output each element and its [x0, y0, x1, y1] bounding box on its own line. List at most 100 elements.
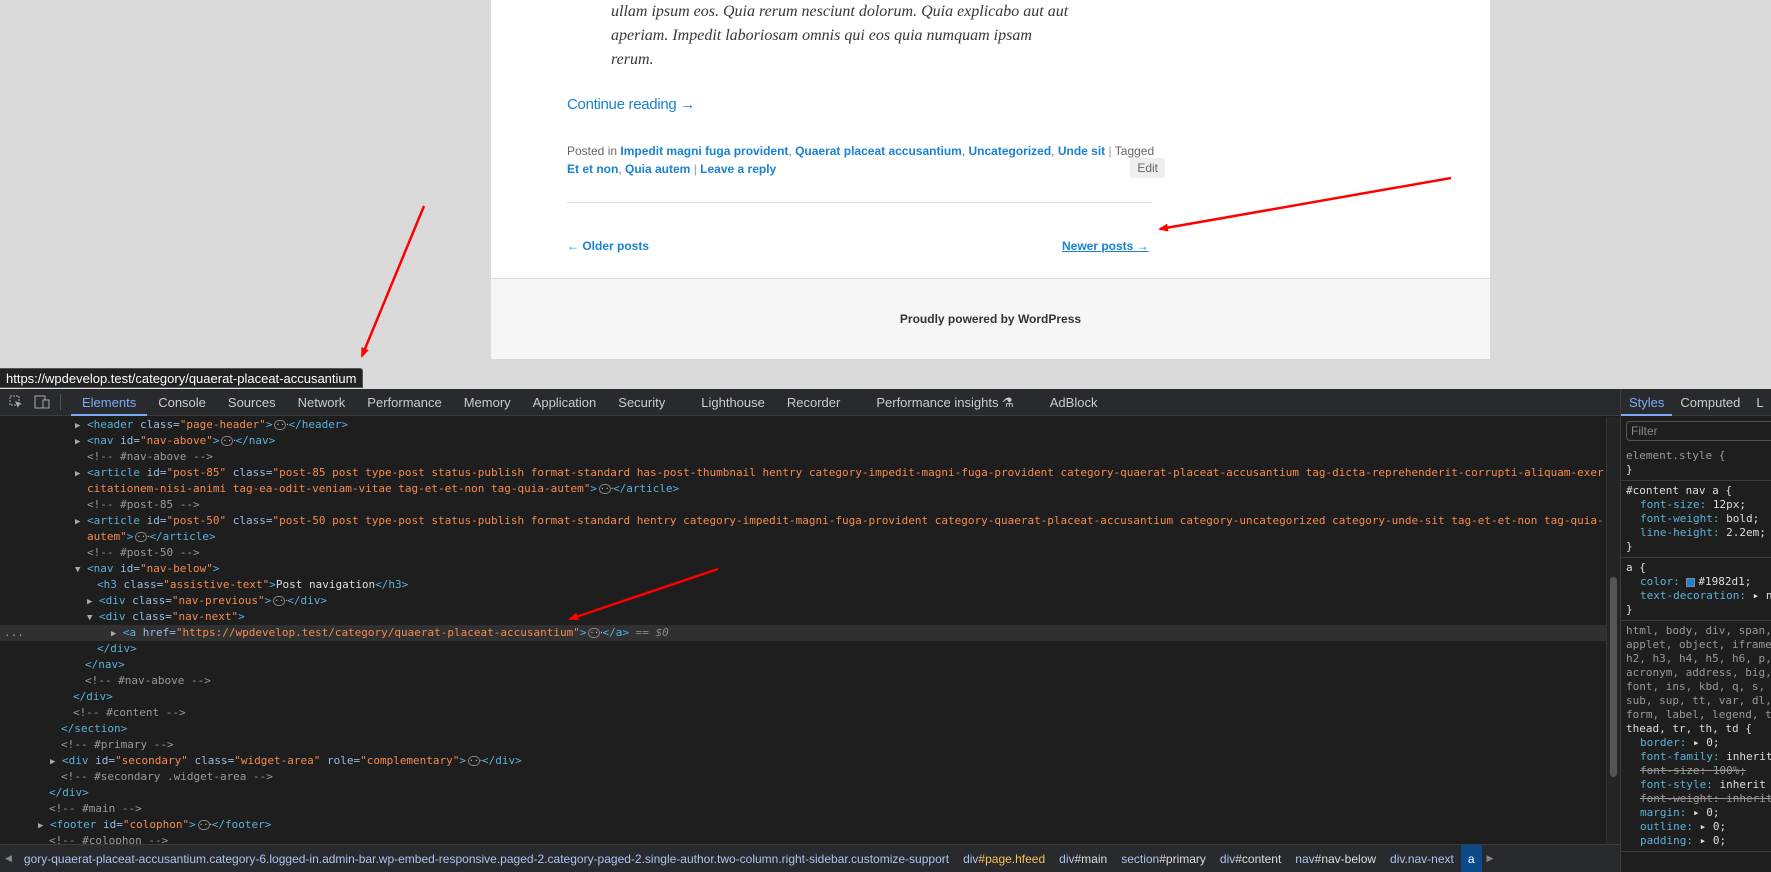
breadcrumb-item-primary[interactable]: section#primary — [1114, 852, 1213, 866]
rule-content-nav-a[interactable]: #content nav a {font-size: 12px; font-wei… — [1621, 481, 1771, 558]
breadcrumb-item-a[interactable]: a — [1460, 845, 1482, 872]
ellipsis-icon[interactable]: ··· — [588, 628, 604, 638]
css-property[interactable]: color: #1982d1; — [1626, 575, 1766, 589]
rule-element-style[interactable]: element.style { } — [1621, 446, 1771, 481]
dom-node-article-85[interactable]: ▶ <article id="post-85" class="post-85 po… — [75, 465, 1604, 481]
css-property[interactable]: padding: ▸ 0; — [1626, 834, 1766, 848]
expand-triangle-icon[interactable]: ▶ — [50, 754, 62, 770]
tab-lighthouse[interactable]: Lighthouse — [690, 389, 776, 416]
dom-close-nav[interactable]: </nav> — [85, 657, 125, 673]
tab-styles[interactable]: Styles — [1621, 389, 1673, 416]
expand-triangle-icon[interactable]: ▶ — [87, 594, 99, 610]
dom-node-selected-anchor[interactable]: ... ▶ <a href="https://wpdevelop.test/cate… — [0, 625, 1606, 641]
tab-network[interactable]: Network — [287, 389, 357, 416]
scroll-right-icon[interactable]: ▶ — [1482, 853, 1499, 864]
expand-triangle-icon[interactable]: ▶ — [75, 418, 87, 434]
expand-triangle-icon[interactable]: ▶ — [75, 514, 87, 530]
dom-comment[interactable]: <!-- #nav-above --> — [87, 449, 213, 465]
ellipsis-icon[interactable]: ··· — [468, 756, 484, 766]
css-property[interactable]: outline: ▸ 0; — [1626, 820, 1766, 834]
powered-by-wordpress[interactable]: Proudly powered by WordPress — [491, 312, 1490, 326]
tab-elements[interactable]: Elements — [71, 389, 148, 416]
dom-node-nav-above[interactable]: ▶ <nav id="nav-above"> ···</nav> — [75, 433, 275, 449]
expand-triangle-icon[interactable]: ▶ — [75, 434, 87, 450]
tab-layout[interactable]: L — [1748, 389, 1771, 416]
category-link[interactable]: Uncategorized — [968, 144, 1051, 158]
expand-triangle-icon[interactable]: ▶ — [111, 626, 123, 642]
dom-close-div[interactable]: </div> — [97, 641, 137, 657]
dom-close-div[interactable]: </div> — [73, 689, 113, 705]
tag-link[interactable]: Et et non — [567, 162, 618, 176]
breadcrumb-item-page[interactable]: div#page.hfeed — [956, 852, 1052, 866]
breadcrumb-item-content[interactable]: div#content — [1213, 852, 1288, 866]
dom-node-header[interactable]: ▶ <header class="page-header"> ···</header… — [75, 417, 348, 433]
tab-performance[interactable]: Performance — [356, 389, 452, 416]
dom-node-article-50-cont[interactable]: autem"> ···</article> — [87, 529, 216, 545]
tab-sources[interactable]: Sources — [217, 389, 287, 416]
category-link[interactable]: Quaerat placeat accusantium — [795, 144, 962, 158]
tab-computed[interactable]: Computed — [1672, 389, 1748, 416]
tab-application[interactable]: Application — [522, 389, 608, 416]
dom-node-secondary[interactable]: ▶ <div id="secondary" class="widget-area"… — [50, 753, 522, 769]
dom-comment[interactable]: <!-- #secondary .widget-area --> — [61, 769, 273, 785]
tab-security[interactable]: Security — [607, 389, 676, 416]
expand-triangle-icon[interactable]: ▶ — [75, 466, 87, 482]
rule-a[interactable]: a {color: #1982d1; text-decoration: ▸ n} — [1621, 558, 1771, 621]
continue-reading-link[interactable]: Continue reading → — [567, 96, 695, 113]
dom-node-article-50[interactable]: ▶ <article id="post-50" class="post-50 po… — [75, 513, 1604, 529]
ellipsis-icon[interactable]: ··· — [135, 532, 151, 542]
dom-comment[interactable]: <!-- #content --> — [73, 705, 186, 721]
ellipsis-icon[interactable]: ··· — [274, 420, 290, 430]
css-property-overridden[interactable]: font-size: 100%; — [1626, 764, 1766, 778]
css-property[interactable]: font-family: inherit — [1626, 750, 1771, 764]
ellipsis-icon[interactable]: ··· — [598, 484, 614, 494]
tab-adblock[interactable]: AdBlock — [1039, 389, 1109, 416]
ellipsis-icon[interactable]: ··· — [197, 820, 213, 830]
dom-comment[interactable]: <!-- #main --> — [49, 801, 142, 817]
collapse-triangle-icon[interactable]: ▼ — [87, 610, 99, 626]
edit-post-button[interactable]: Edit — [1130, 158, 1165, 178]
breadcrumb-item-body[interactable]: gory-quaerat-placeat-accusantium.categor… — [17, 852, 956, 866]
scrollbar-thumb[interactable] — [1610, 577, 1617, 777]
dom-comment[interactable]: <!-- #post-85 --> — [87, 497, 200, 513]
dom-node-h3[interactable]: <h3 class="assistive-text">Post navigati… — [97, 577, 408, 593]
tab-memory[interactable]: Memory — [453, 389, 522, 416]
dom-comment[interactable]: <!-- #colophon --> — [49, 833, 168, 844]
css-property[interactable]: line-height: 2.2em; — [1626, 526, 1766, 540]
ellipsis-icon[interactable]: ··· — [221, 436, 237, 446]
tab-recorder[interactable]: Recorder — [776, 389, 851, 416]
category-link[interactable]: Unde sit — [1058, 144, 1105, 158]
newer-posts-link[interactable]: Newer posts → — [1062, 233, 1149, 259]
collapse-triangle-icon[interactable]: ▼ — [75, 562, 87, 578]
css-property[interactable]: text-decoration: ▸ n — [1626, 589, 1771, 603]
color-swatch[interactable] — [1686, 577, 1696, 587]
dom-comment[interactable]: <!-- #nav-above --> — [85, 673, 211, 689]
tab-performance-insights[interactable]: Performance insights ⚗ — [865, 389, 1024, 416]
dom-comment[interactable]: <!-- #primary --> — [61, 737, 174, 753]
css-property[interactable]: margin: ▸ 0; — [1626, 806, 1766, 820]
older-posts-link[interactable]: ← Older posts — [567, 233, 649, 259]
dom-close-div[interactable]: </div> — [49, 785, 89, 801]
dom-node-nav-previous[interactable]: ▶ <div class="nav-previous"> ···</div> — [87, 593, 327, 609]
dom-close-section[interactable]: </section> — [61, 721, 127, 737]
css-property[interactable]: font-style: inherit — [1626, 778, 1766, 792]
inspect-element-icon[interactable] — [6, 392, 26, 412]
dom-node-nav-below[interactable]: ▼ <nav id="nav-below"> — [75, 561, 219, 577]
leave-reply-link[interactable]: Leave a reply — [700, 162, 776, 176]
dom-node-nav-next[interactable]: ▼ <div class="nav-next"> — [87, 609, 245, 625]
css-property[interactable]: font-size: 12px; — [1626, 498, 1766, 512]
rule-reset[interactable]: html, body, div, span, applet, object, i… — [1621, 621, 1771, 852]
tab-console[interactable]: Console — [147, 389, 217, 416]
css-property-overridden[interactable]: font-weight: inherit — [1626, 792, 1771, 806]
tag-link[interactable]: Quia autem — [625, 162, 690, 176]
dom-node-article-85-cont[interactable]: citationem-nisi-animi tag-ea-odit-veniam… — [87, 481, 679, 497]
elements-scrollbar[interactable] — [1606, 417, 1620, 844]
styles-filter-input[interactable] — [1626, 421, 1771, 441]
breadcrumb-item-nav-below[interactable]: nav#nav-below — [1288, 852, 1383, 866]
device-toggle-icon[interactable] — [32, 392, 52, 412]
css-property[interactable]: font-weight: bold; — [1626, 512, 1766, 526]
css-property[interactable]: border: ▸ 0; — [1626, 736, 1766, 750]
category-link[interactable]: Impedit magni fuga provident — [620, 144, 788, 158]
dom-node-footer[interactable]: ▶ <footer id="colophon"> ···</footer> — [38, 817, 271, 833]
ellipsis-icon[interactable]: ··· — [273, 596, 289, 606]
